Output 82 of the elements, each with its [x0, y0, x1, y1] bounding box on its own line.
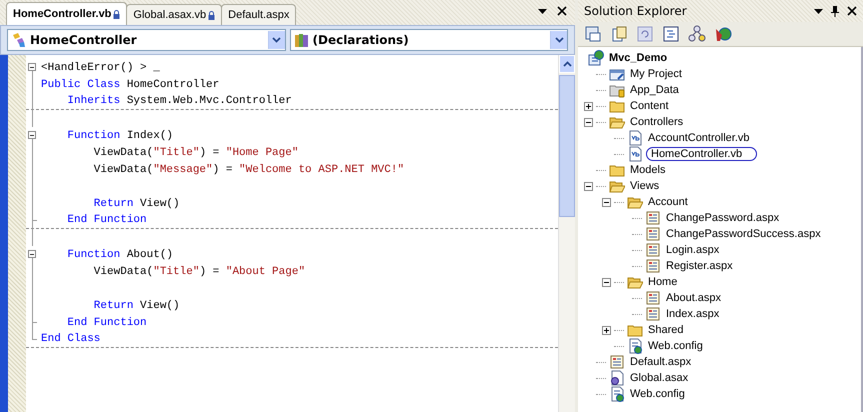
tree-item[interactable]: App_Data	[628, 84, 681, 96]
collapse-icon[interactable]	[28, 250, 36, 258]
properties-icon[interactable]	[584, 25, 602, 43]
file-icon	[609, 386, 625, 402]
code-line: <HandleError() > _	[41, 62, 160, 74]
pin-icon[interactable]	[829, 5, 841, 17]
file-icon	[645, 258, 661, 274]
code-line: ViewData("Message") = "Welcome to ASP.NET MVC!"	[92, 164, 404, 176]
panel-title: Solution Explorer	[584, 4, 688, 18]
chevron-icon[interactable]	[554, 37, 564, 43]
expander[interactable]	[584, 102, 593, 110]
books-icon	[294, 32, 310, 48]
collapse-icon[interactable]	[28, 63, 36, 71]
tree-item[interactable]: AccountController.vb	[646, 132, 752, 144]
tree-item[interactable]: ChangePasswordSuccess.aspx	[664, 228, 823, 240]
code-line: Public Class HomeController	[41, 78, 220, 90]
code-line: Function About()	[66, 248, 174, 260]
code-line: Return View()	[92, 198, 180, 210]
editor-tab[interactable]: HomeController.vb	[6, 2, 128, 25]
file-icon	[609, 354, 625, 370]
tree-item[interactable]: Home	[646, 276, 680, 288]
show-files-icon[interactable]	[610, 25, 628, 43]
tree-item[interactable]: Mvc_Demo	[607, 52, 670, 64]
globe-tool-icon[interactable]	[714, 25, 732, 43]
file-icon	[588, 50, 604, 66]
code-line: Inherits System.Web.Mvc.Controller	[66, 95, 292, 107]
tree-item[interactable]: My Project	[628, 68, 684, 80]
tree-item[interactable]: Global.asax	[628, 372, 690, 384]
tree-item[interactable]: Web.config	[646, 340, 705, 352]
tree-item[interactable]: Shared	[646, 324, 686, 336]
close-icon[interactable]	[557, 6, 567, 16]
chevron-icon[interactable]	[562, 61, 572, 67]
class-icon	[11, 32, 27, 48]
file-icon	[645, 290, 661, 306]
scrollbar[interactable]	[558, 55, 575, 412]
file-icon	[645, 242, 661, 258]
expander[interactable]	[584, 118, 593, 126]
class-dropdown[interactable]: HomeController	[7, 29, 286, 51]
code-line: End Function	[66, 214, 147, 226]
collapse-icon[interactable]	[28, 131, 36, 139]
class-diagram-icon[interactable]	[688, 25, 706, 43]
file-icon	[627, 338, 643, 354]
tree-item[interactable]: HomeController.vb	[646, 147, 758, 161]
lock-icon	[208, 10, 216, 20]
file-icon	[627, 130, 643, 146]
tree-item[interactable]: Login.aspx	[664, 244, 722, 256]
member-dropdown[interactable]: (Declarations)	[290, 29, 568, 51]
file-icon	[609, 370, 625, 386]
tree-item[interactable]: Register.aspx	[664, 260, 735, 272]
tree-item[interactable]: About.aspx	[664, 292, 724, 304]
chevron-icon[interactable]	[272, 37, 281, 43]
tree-item[interactable]: Account	[646, 196, 690, 208]
tree-item[interactable]: Models	[628, 164, 668, 176]
editor-tab[interactable]: Global.asax.vb	[126, 4, 222, 25]
dropdown-icon[interactable]	[538, 8, 547, 14]
lock-icon	[113, 10, 120, 18]
tree-item[interactable]: Index.aspx	[664, 308, 722, 320]
tree-item[interactable]: Default.aspx	[628, 356, 694, 368]
tree-item[interactable]: Views	[628, 180, 662, 192]
tree-item[interactable]: Content	[628, 100, 671, 112]
expander[interactable]	[602, 198, 611, 206]
code-line: End Function	[66, 316, 147, 328]
tree-item[interactable]: ChangePassword.aspx	[664, 212, 782, 224]
code-line: End Class	[41, 333, 100, 345]
file-icon	[627, 146, 643, 162]
expander[interactable]	[602, 278, 611, 286]
file-icon	[645, 306, 661, 322]
tree-item[interactable]: Controllers	[628, 116, 686, 128]
file-icon	[645, 210, 661, 226]
file-icon	[645, 226, 661, 242]
tree-item[interactable]: Web.config	[628, 388, 687, 400]
code-line: ViewData("Title") = "Home Page"	[92, 146, 298, 158]
expander[interactable]	[584, 182, 593, 190]
code-line: Return View()	[92, 300, 180, 312]
close-icon[interactable]	[847, 6, 857, 16]
editor-tab[interactable]: Default.aspx	[221, 4, 296, 25]
dropdown-icon[interactable]	[814, 8, 823, 14]
expander[interactable]	[602, 326, 611, 334]
code-line: Function Index()	[66, 130, 174, 142]
refresh-icon[interactable]	[636, 25, 654, 43]
code-line: ViewData("Title") = "About Page"	[92, 266, 306, 278]
code-view-icon[interactable]	[662, 25, 680, 43]
